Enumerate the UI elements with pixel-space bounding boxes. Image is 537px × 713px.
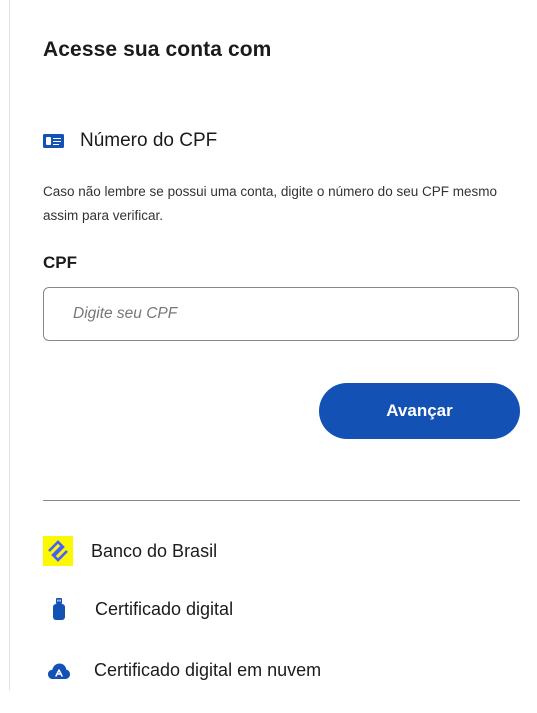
page-title: Acesse sua conta com — [43, 38, 272, 61]
id-card-icon — [43, 134, 64, 148]
usb-token-icon — [53, 598, 65, 620]
cpf-hint-text: Caso não lembre se possui uma conta, dig… — [43, 184, 497, 223]
option-certificado-nuvem[interactable]: Certificado digital em nuvem — [43, 660, 321, 681]
option-label: Certificado digital — [95, 598, 234, 619]
option-banco-do-brasil[interactable]: Banco do Brasil — [43, 536, 217, 566]
cloud-certificate-icon — [48, 663, 70, 679]
section-divider — [43, 500, 520, 501]
cpf-input[interactable] — [43, 287, 519, 341]
banco-do-brasil-icon — [43, 536, 73, 566]
cpf-option-heading: Número do CPF — [43, 130, 217, 152]
login-panel: Acesse sua conta com Número do CPF Caso … — [0, 0, 537, 713]
cpf-option-label: Número do CPF — [80, 130, 218, 151]
option-label: Certificado digital em nuvem — [94, 660, 322, 680]
cpf-field-label: CPF — [43, 253, 77, 272]
option-label: Banco do Brasil — [91, 540, 218, 561]
panel-left-border — [9, 0, 10, 690]
option-certificado-digital[interactable]: Certificado digital — [43, 598, 233, 620]
next-button[interactable]: Avançar — [319, 383, 520, 439]
